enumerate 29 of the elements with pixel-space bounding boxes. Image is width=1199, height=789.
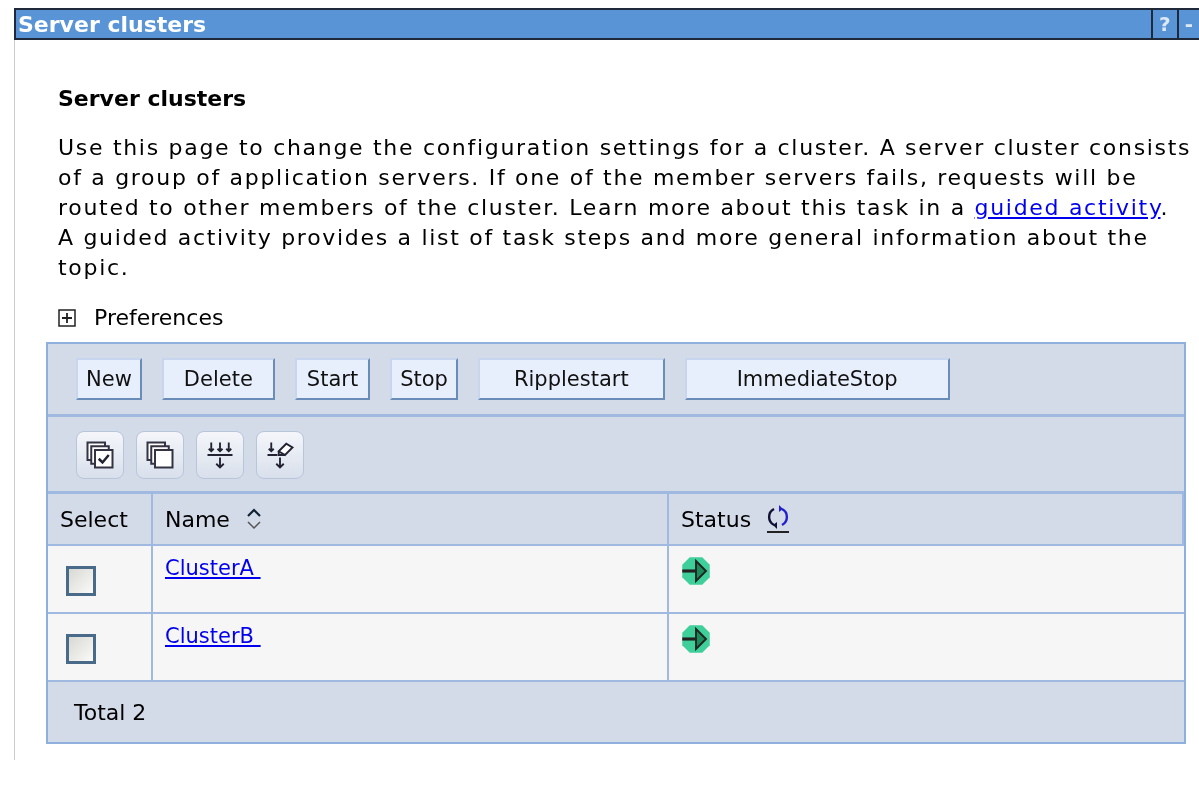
cluster-link[interactable]: ClusterB: [165, 624, 261, 648]
guided-activity-link[interactable]: guided activity: [974, 195, 1161, 220]
tool-button[interactable]: [196, 431, 244, 479]
eraser-filter-icon: [265, 440, 295, 470]
pages-icon: [145, 440, 175, 470]
checked-pages-icon: [85, 440, 115, 470]
action-button[interactable]: ImmediateStop: [684, 358, 950, 400]
tool-button[interactable]: [136, 431, 184, 479]
action-button[interactable]: Start: [294, 358, 371, 400]
action-button[interactable]: Ripplestart: [477, 358, 665, 400]
action-button[interactable]: Delete: [161, 358, 275, 400]
cluster-link[interactable]: ClusterA: [165, 556, 261, 580]
preferences-label[interactable]: Preferences: [94, 305, 224, 330]
description-text: Use this page to change the configuration settings for a cluster. A server cluster consists of a group of application servers. If one of the member servers fails, requests will be routed to other members of the cluster. Learn more about this task in a guided activity. A guided activity provides a list of task steps and more general information about the topic.: [58, 134, 1193, 282]
window-title: Server clusters: [17, 11, 207, 37]
action-button[interactable]: Stop: [390, 358, 458, 400]
refresh-icon: [765, 504, 792, 534]
page-heading: Server clusters: [58, 86, 248, 111]
tool-button[interactable]: [256, 431, 304, 479]
expand-icon[interactable]: [58, 308, 76, 327]
column-title: Name: [165, 506, 230, 532]
filter-icon: [205, 440, 235, 470]
column-title: Select: [60, 506, 128, 532]
row-checkbox[interactable]: [66, 634, 96, 664]
row-checkbox[interactable]: [66, 566, 96, 596]
column-title: Status: [681, 506, 752, 532]
action-button[interactable]: New: [76, 358, 142, 400]
total-count: Total 2: [74, 699, 147, 725]
tool-button[interactable]: [76, 431, 124, 479]
